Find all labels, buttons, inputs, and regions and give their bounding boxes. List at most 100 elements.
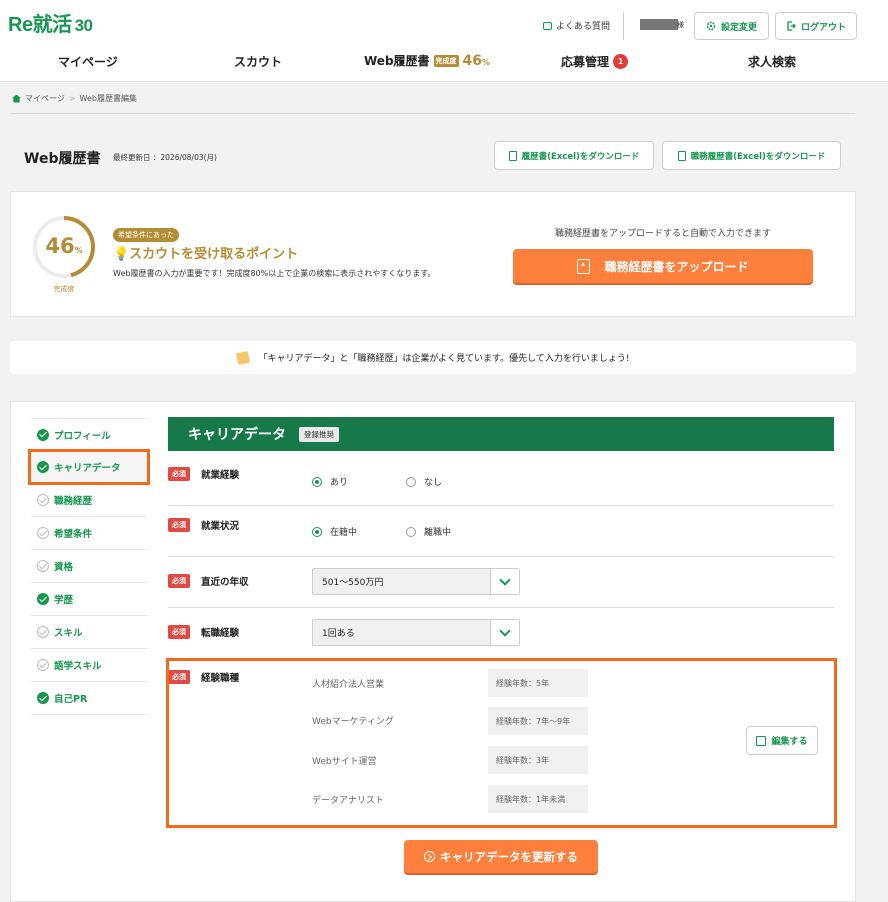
document-icon (677, 150, 686, 161)
status-unemployed-radio[interactable]: 離職中 (406, 525, 451, 538)
employment-label: 就業経験 (201, 470, 240, 481)
income-label: 直近の年収 (201, 577, 249, 588)
logout-icon (787, 21, 796, 31)
radio-label: なし (424, 478, 443, 488)
radio-label: 在籍中 (330, 528, 358, 538)
download-career-button[interactable]: 職務履歴書(Excel)をダウンロード (662, 141, 841, 170)
row-divider (168, 505, 834, 506)
document-icon (508, 150, 517, 161)
logo[interactable]: Re就活 30 (8, 8, 93, 37)
nav-job-search-label: 求人検索 (748, 55, 797, 69)
income-value: 501～550万円 (322, 578, 384, 588)
faq-link[interactable]: よくある質問 (543, 19, 610, 32)
required-badge: 必須 (168, 518, 190, 532)
chevron-down-icon[interactable] (490, 569, 519, 594)
check-outline-icon (37, 560, 49, 572)
pencil-icon (235, 350, 250, 365)
sidebar-item-label: スキル (54, 628, 83, 639)
completion-label: 完成度 (53, 285, 75, 293)
check-icon (37, 692, 49, 704)
completion-value-unit: % (74, 246, 83, 255)
notification-badge: 1 (613, 54, 629, 69)
radio-label: 離職中 (424, 528, 452, 538)
check-outline-icon (37, 626, 49, 638)
user-suffix: 様 (677, 21, 684, 29)
completion-badge: 完成度 (433, 54, 459, 67)
check-icon (37, 428, 49, 441)
check-outline-icon (37, 659, 49, 671)
breadcrumb-home[interactable]: マイページ (25, 93, 65, 104)
status-employed-radio[interactable]: 在籍中 (312, 525, 357, 538)
logout-button[interactable]: ログアウト (775, 12, 857, 40)
home-icon[interactable] (12, 94, 21, 103)
settings-button[interactable]: 設定変更 (694, 12, 769, 40)
sidebar-item-preferences[interactable]: 希望条件 (31, 517, 147, 550)
required-badge: 必須 (168, 625, 190, 639)
download-resume-button[interactable]: 履歴書(Excel)をダウンロード (494, 141, 654, 170)
chevron-down-icon[interactable] (490, 620, 519, 645)
sidebar-item-label: 自己PR (54, 694, 88, 705)
sidebar-item-label: 職務経歴 (54, 496, 93, 507)
update-career-data-button[interactable]: キャリアデータを更新する (404, 840, 598, 873)
completion-value-number: 46 (45, 234, 75, 258)
nav-scout[interactable]: スカウト (234, 53, 282, 70)
sidebar-highlight (28, 449, 150, 485)
sidebar-item-language[interactable]: 語学スキル (31, 649, 147, 682)
nav-applications-label: 応募管理 (561, 55, 610, 69)
nav-mypage-label: マイページ (58, 55, 118, 69)
scout-point-description: Web履歴書の入力が重要です！完成度80%以上で企業の検索に表示されやすくなりま… (113, 269, 436, 278)
page-title: Web履歴書 (24, 151, 101, 167)
user-name-redacted (640, 19, 678, 30)
header-divider (623, 12, 624, 40)
employment-no-radio[interactable]: なし (406, 475, 442, 488)
completion-percent-unit: % (482, 57, 491, 67)
sidebar-item-work-history[interactable]: 職務経歴 (31, 484, 147, 517)
employment-yes-radio[interactable]: あり (312, 475, 348, 488)
row-divider (168, 607, 834, 608)
check-icon (37, 593, 49, 605)
download-resume-label: 履歴書(Excel)をダウンロード (521, 151, 640, 162)
radio-label: あり (330, 478, 349, 488)
upload-career-label: 職務経歴書をアップロード (604, 259, 749, 274)
radio-icon (406, 476, 416, 487)
upload-career-button[interactable]: 職務経歴書をアップロード (513, 249, 813, 283)
sidebar-item-education[interactable]: 学歴 (31, 583, 147, 616)
breadcrumb-current: Web履歴書編集 (79, 94, 137, 103)
completion-value: 46% (32, 234, 96, 258)
sidebar-item-label: 希望条件 (54, 529, 93, 540)
sidebar-item-qualifications[interactable]: 資格 (31, 550, 147, 583)
job-change-select[interactable]: 1回ある (312, 619, 520, 646)
sidebar-item-label: 語学スキル (54, 661, 102, 672)
status-label: 就業状況 (201, 521, 240, 532)
divider (10, 113, 855, 114)
check-outline-icon (37, 494, 49, 506)
nav-applications[interactable]: 応募管理 1 (561, 53, 629, 70)
nav-mypage[interactable]: マイページ (58, 53, 118, 70)
row-divider (168, 556, 834, 557)
job-change-value: 1回ある (322, 629, 355, 639)
condition-pill: 希望条件にあった (113, 228, 179, 242)
radio-selected-icon (312, 526, 322, 537)
completion-percent-value: 46 (462, 52, 483, 69)
sidebar-item-label: 学歴 (54, 595, 74, 606)
recommended-tag: 登録推奨 (299, 426, 339, 442)
sidebar-item-self-pr[interactable]: 自己PR (31, 682, 147, 715)
breadcrumb-separator: > (68, 94, 76, 103)
nav-job-search[interactable]: 求人検索 (748, 53, 796, 70)
faq-label: よくある質問 (556, 22, 611, 32)
upload-icon (577, 258, 591, 274)
breadcrumb: マイページ > Web履歴書編集 (12, 93, 137, 104)
sidebar-item-label: プロフィール (54, 430, 111, 442)
sidebar-item-profile[interactable]: プロフィール (31, 418, 147, 451)
site-header: Re就活 30 よくある質問 様 設定変更 ログアウト マイページ スカウト We… (0, 0, 888, 82)
priority-notice-text: 「キャリアデータ」と「職務経歴」は企業がよく見ています。優先して入力を行いましょ… (258, 354, 630, 364)
radio-icon (406, 526, 416, 537)
sidebar-item-skills[interactable]: スキル (31, 616, 147, 649)
job-change-label: 転職経験 (201, 628, 240, 639)
sidebar-item-label: 資格 (54, 562, 74, 573)
arrow-circle-icon (424, 851, 435, 862)
income-select[interactable]: 501～550万円 (312, 568, 520, 595)
nav-resume[interactable]: Web履歴書 完成度 46% (364, 52, 490, 69)
section-title: キャリアデータ (188, 427, 286, 443)
chat-icon (543, 21, 552, 30)
